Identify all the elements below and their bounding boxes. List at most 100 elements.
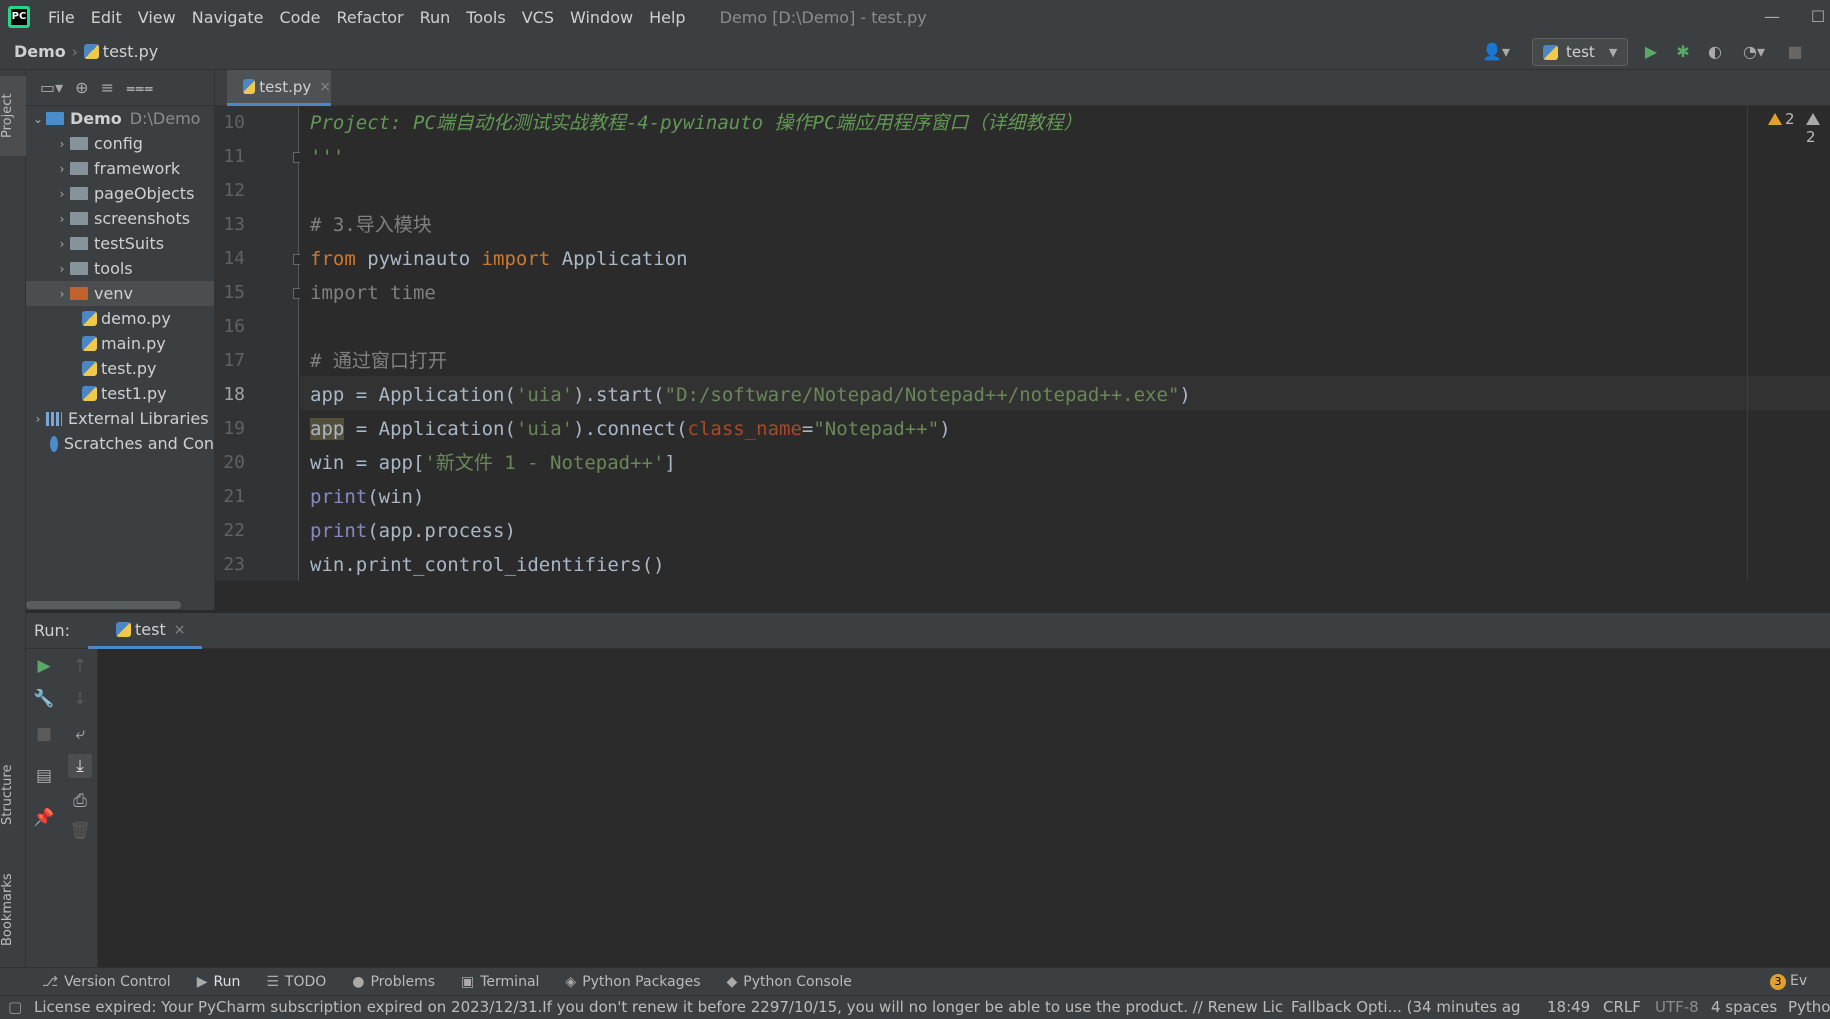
event-log-tab[interactable]: 3 Ev (1770, 973, 1807, 990)
trash-icon[interactable]: 🗑 (68, 819, 92, 843)
code-line[interactable]: print(app.process) (310, 514, 516, 548)
chevron-right-icon[interactable]: › (54, 212, 70, 226)
chevron-right-icon[interactable]: › (54, 162, 70, 176)
python-interpreter[interactable]: Pytho (1788, 998, 1830, 1016)
menu-run[interactable]: Run (412, 8, 459, 27)
rerun-icon[interactable]: ▶ (32, 654, 56, 678)
tree-folder-pageobjects[interactable]: › pageObjects (26, 181, 214, 206)
tab-python-console[interactable]: ◆ Python Console (727, 974, 852, 990)
license-expired-message[interactable]: License expired: Your PyCharm subscripti… (34, 998, 1284, 1016)
menu-navigate[interactable]: Navigate (184, 8, 272, 27)
tree-file-demo-py[interactable]: demo.py (26, 306, 214, 331)
code-line[interactable]: ''' (310, 140, 344, 174)
chevron-down-icon[interactable]: ⌄ (30, 112, 46, 126)
tree-file-test1-py[interactable]: test1.py (26, 381, 214, 406)
code-line[interactable]: # 3.导入模块 (310, 208, 432, 242)
run-icon[interactable]: ▶ (1640, 41, 1662, 63)
code-line[interactable]: app = Application('uia').connect(class_n… (310, 412, 951, 446)
chevron-right-icon[interactable]: › (54, 237, 70, 251)
close-icon[interactable]: × (319, 79, 331, 95)
menu-view[interactable]: View (130, 8, 184, 27)
fallback-options-status[interactable]: Fallback Opti... (34 minutes ag (1291, 998, 1521, 1016)
tree-folder-tools[interactable]: › tools (26, 256, 214, 281)
code-line[interactable]: import time (310, 276, 436, 310)
tab-version-control[interactable]: ⎇ Version Control (42, 974, 171, 990)
project-horizontal-scrollbar[interactable] (26, 601, 181, 609)
breadcrumb-project[interactable]: Demo (14, 42, 66, 61)
wrench-icon[interactable]: 🔧 (32, 687, 56, 711)
code-line[interactable]: win = app['新文件 1 - Notepad++'] (310, 446, 676, 480)
run-config-selector[interactable]: test ▼ (1532, 38, 1628, 66)
user-account-icon[interactable]: 👤▾ (1478, 41, 1514, 63)
menu-file[interactable]: File (40, 8, 83, 27)
menu-window[interactable]: Window (562, 8, 641, 27)
maximize-icon[interactable]: ☐ (1798, 0, 1830, 34)
menu-edit[interactable]: Edit (83, 8, 130, 27)
breadcrumb-file[interactable]: test.py (83, 42, 158, 61)
tab-python-packages[interactable]: ◈ Python Packages (565, 974, 700, 990)
code-line[interactable]: app = Application('uia').start("D:/softw… (310, 378, 1191, 412)
weak-warning-count-badge[interactable]: 2 (1806, 110, 1830, 146)
chevron-right-icon[interactable]: › (54, 137, 70, 151)
code-line[interactable]: print(win) (310, 480, 424, 514)
tree-external-libraries[interactable]: › External Libraries (26, 406, 214, 431)
stop-icon[interactable]: ■ (1784, 41, 1806, 63)
arrow-up-icon[interactable]: ↑ (68, 654, 92, 678)
file-encoding[interactable]: UTF-8 (1655, 998, 1699, 1016)
bookmarks-tool-tab[interactable]: Bookmarks (0, 860, 26, 960)
indent-setting[interactable]: 4 spaces (1711, 998, 1777, 1016)
line-separator[interactable]: CRLF (1603, 998, 1641, 1016)
print-icon[interactable]: ⎙ (68, 789, 92, 813)
minimize-icon[interactable]: — (1752, 0, 1792, 34)
arrow-down-icon[interactable]: ↓ (68, 687, 92, 711)
tree-folder-config[interactable]: › config (26, 131, 214, 156)
run-tab-test[interactable]: test × (88, 613, 202, 649)
close-icon[interactable]: × (174, 622, 186, 638)
tab-run[interactable]: ▶ Run (197, 974, 241, 990)
coverage-icon[interactable]: ◐ (1704, 41, 1726, 63)
locate-file-icon[interactable]: ⊕ (75, 78, 88, 97)
pin-icon[interactable]: 📌 (32, 806, 56, 830)
view-mode-icon[interactable]: ▭▾ (40, 78, 63, 97)
code-line[interactable]: from pywinauto import Application (310, 242, 688, 276)
code-line[interactable]: # 通过窗口打开 (310, 344, 447, 378)
menu-tools[interactable]: Tools (458, 8, 513, 27)
status-toggle-icon[interactable]: ▢ (8, 998, 22, 1016)
tree-scratches[interactable]: Scratches and Con (26, 431, 214, 456)
run-console-output[interactable] (98, 649, 1830, 967)
chevron-right-icon[interactable]: › (54, 262, 70, 276)
profile-icon[interactable]: ◔▾ (1736, 41, 1772, 63)
tree-folder-framework[interactable]: › framework (26, 156, 214, 181)
project-tool-tab[interactable]: Project (0, 76, 26, 156)
scroll-to-end-icon[interactable]: ⤓ (68, 754, 92, 778)
tree-file-test-py[interactable]: test.py (26, 356, 214, 381)
menu-vcs[interactable]: VCS (514, 8, 562, 27)
editor-tab-test-py[interactable]: test.py × (227, 70, 331, 106)
caret-position[interactable]: 18:49 (1547, 998, 1590, 1016)
tree-root-demo[interactable]: ⌄ Demo D:\Demo (26, 106, 214, 131)
collapse-all-icon[interactable]: ⩶ (126, 78, 153, 98)
code-editor[interactable]: Project: PC端自动化测试实战教程-4-pywinauto 操作PC端应… (300, 106, 1830, 581)
soft-wrap-icon[interactable]: ⤶ (68, 722, 92, 746)
tree-file-main-py[interactable]: main.py (26, 331, 214, 356)
tree-folder-screenshots[interactable]: › screenshots (26, 206, 214, 231)
structure-tool-tab[interactable]: Structure (0, 750, 26, 840)
chevron-right-icon[interactable]: › (54, 187, 70, 201)
menu-code[interactable]: Code (272, 8, 329, 27)
menu-help[interactable]: Help (641, 8, 693, 27)
expand-all-icon[interactable]: ≡ (101, 78, 114, 97)
debug-icon[interactable]: ✱ (1672, 41, 1694, 63)
layout-icon[interactable]: ▤ (32, 764, 56, 788)
stop-icon[interactable]: ■ (32, 722, 56, 746)
tab-todo[interactable]: ☰ TODO (266, 974, 326, 990)
code-line[interactable]: Project: PC端自动化测试实战教程-4-pywinauto 操作PC端应… (310, 106, 1082, 140)
warning-count-badge[interactable]: 2 (1768, 110, 1795, 128)
tab-terminal[interactable]: ▣ Terminal (461, 974, 539, 990)
tree-folder-testsuits[interactable]: › testSuits (26, 231, 214, 256)
menu-refactor[interactable]: Refactor (328, 8, 411, 27)
code-line[interactable]: win.print_control_identifiers() (310, 548, 665, 581)
chevron-right-icon[interactable]: › (54, 287, 70, 301)
chevron-right-icon[interactable]: › (30, 412, 46, 426)
tree-folder-venv[interactable]: › venv (26, 281, 214, 306)
tab-problems[interactable]: ● Problems (352, 974, 435, 990)
